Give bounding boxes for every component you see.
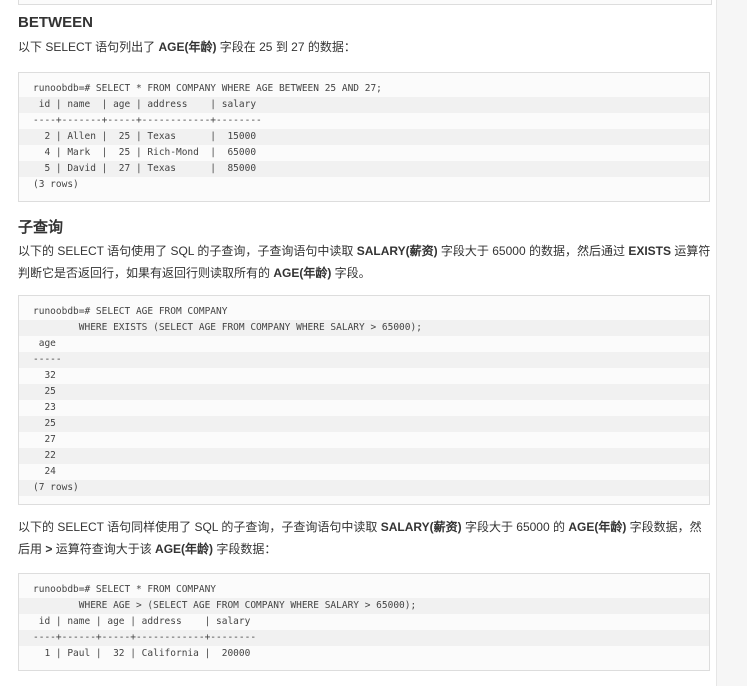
text: 以下 SELECT 语句列出了 <box>18 40 159 54</box>
between-intro: 以下 SELECT 语句列出了 AGE(年龄) 字段在 25 到 27 的数据： <box>18 36 712 58</box>
text-bold: SALARY(薪资) <box>356 244 438 258</box>
text: 以下的 SELECT 语句使用了 SQL 的子查询，子查询语句中读取 <box>18 244 357 258</box>
code-line: 4 | Mark | 25 | Rich-Mond | 65000 <box>33 147 257 158</box>
code-line: WHERE EXISTS (SELECT AGE FROM COMPANY WH… <box>19 320 709 336</box>
text-bold: AGE(年龄) <box>273 266 332 280</box>
text: 字段在 25 到 27 的数据： <box>216 40 356 54</box>
code-line: (7 rows) <box>19 480 709 496</box>
code-line: id | name | age | address | salary <box>33 616 251 627</box>
code-line: 25 <box>19 416 709 432</box>
text-bold: SALARY(薪资) <box>380 520 462 534</box>
code-line: age <box>33 338 56 349</box>
code-line: 22 <box>19 448 709 464</box>
code-line: 5 | David | 27 | Texas | 85000 <box>19 161 709 177</box>
text-bold: AGE(年龄) <box>158 40 217 54</box>
text: 以下的 SELECT 语句同样使用了 SQL 的子查询，子查询语句中读取 <box>18 520 381 534</box>
subquery-intro-2: 以下的 SELECT 语句同样使用了 SQL 的子查询，子查询语句中读取 SAL… <box>18 516 712 560</box>
code-line: ----- <box>19 352 709 368</box>
code-line: 1 | Paul | 32 | California | 20000 <box>33 648 251 659</box>
code-line: 2 | Allen | 25 | Texas | 15000 <box>19 129 709 145</box>
code-line: 23 <box>33 402 56 413</box>
article-content: BETWEEN 以下 SELECT 语句列出了 AGE(年龄) 字段在 25 到… <box>0 0 717 686</box>
code-line: 25 <box>19 384 709 400</box>
subquery-intro: 以下的 SELECT 语句使用了 SQL 的子查询，子查询语句中读取 SALAR… <box>18 240 712 284</box>
code-line: runoobdb=# SELECT * FROM COMPANY WHERE A… <box>33 83 382 94</box>
text: 字段。 <box>331 266 371 280</box>
code-line: 32 <box>33 370 56 381</box>
text: 字段大于 65000 的 <box>461 520 569 534</box>
code-line: ----+-------+-----+------------+-------- <box>33 115 262 126</box>
code-line: runoobdb=# SELECT * FROM COMPANY <box>33 584 217 595</box>
previous-code-block <box>18 0 712 5</box>
text: 字段数据： <box>213 542 277 556</box>
heading-subquery: 子查询 <box>18 219 64 236</box>
text-bold: AGE(年龄) <box>568 520 627 534</box>
code-line: 27 <box>33 434 56 445</box>
code-block-between: runoobdb=# SELECT * FROM COMPANY WHERE A… <box>18 72 710 202</box>
code-block-greater: runoobdb=# SELECT * FROM COMPANY WHERE A… <box>18 573 710 671</box>
code-line: id | name | age | address | salary <box>19 97 709 113</box>
code-line: ----+------+-----+------------+-------- <box>19 630 709 646</box>
code-line: runoobdb=# SELECT AGE FROM COMPANY <box>33 306 228 317</box>
text: 字段大于 65000 的数据，然后通过 <box>437 244 629 258</box>
text-bold: EXISTS <box>628 244 671 258</box>
code-block-exists: runoobdb=# SELECT AGE FROM COMPANY WHERE… <box>18 295 710 505</box>
code-line: 24 <box>33 466 56 477</box>
text: 运算符查询大于该 <box>52 542 156 556</box>
code-line: WHERE AGE > (SELECT AGE FROM COMPANY WHE… <box>19 598 709 614</box>
code-line: (3 rows) <box>33 179 79 190</box>
heading-between: BETWEEN <box>18 14 93 31</box>
text-bold: AGE(年龄) <box>155 542 214 556</box>
